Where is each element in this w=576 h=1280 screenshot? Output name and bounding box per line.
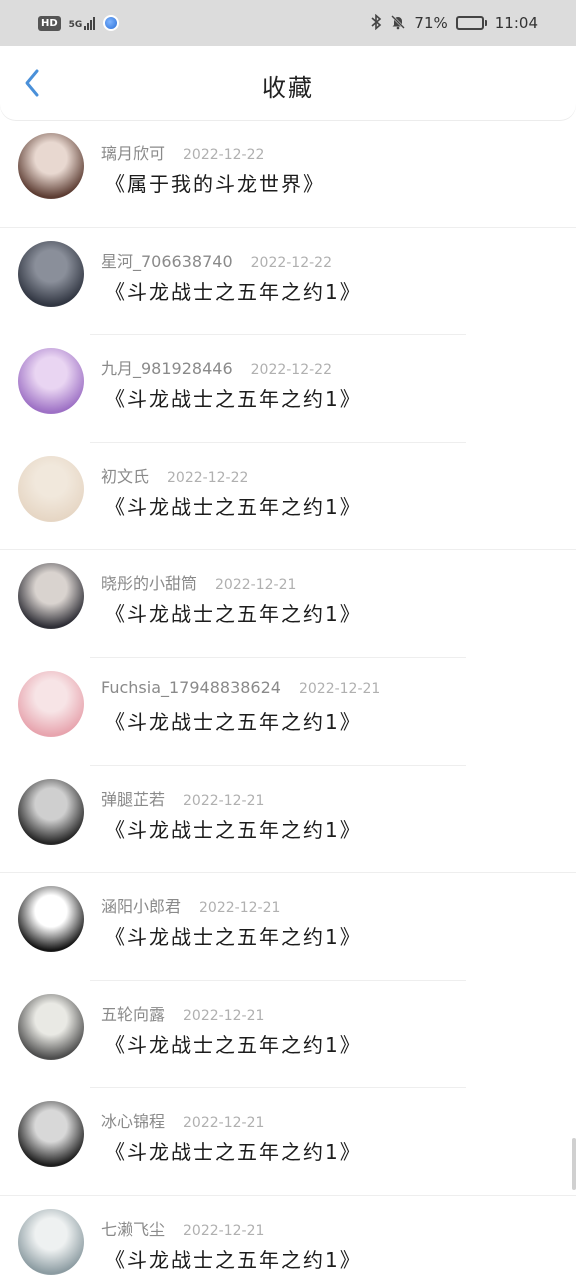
list-item[interactable]: 晓彤的小甜筒 2022-12-21 《斗龙战士之五年之约1》 [0,550,576,658]
username[interactable]: 弹腿芷若 [101,786,165,810]
list-item[interactable]: 冰心锦程 2022-12-21 《斗龙战士之五年之约1》 [0,1088,576,1196]
avatar[interactable] [18,1208,84,1275]
favorite-date: 2022-12-21 [215,577,297,594]
list-item[interactable]: 璃月欣可 2022-12-22 《属于我的斗龙世界》 [0,120,576,228]
list-item[interactable]: 涵阳小郎君 2022-12-21 《斗龙战士之五年之约1》 [0,873,576,981]
status-right: 71% 11:04 [370,13,538,33]
item-meta: 晓彤的小甜筒 2022-12-21 [101,570,296,594]
username[interactable]: 涵阳小郎君 [101,893,181,917]
app-notification-icon [103,15,120,31]
username[interactable]: 七濑飞尘 [101,1216,165,1240]
mute-bell-icon [390,14,406,33]
bluetooth-icon [370,13,382,33]
favorite-date: 2022-12-21 [183,1007,265,1024]
app-bar: 收藏 [0,46,576,120]
avatar[interactable] [18,348,84,415]
item-meta: 星河_706638740 2022-12-22 [101,248,332,272]
book-title[interactable]: 《斗龙战士之五年之约1》 [105,706,362,735]
page-title: 收藏 [262,74,314,102]
list-item[interactable]: 星河_706638740 2022-12-22 《斗龙战士之五年之约1》 [0,228,576,336]
item-meta: 初文氏 2022-12-22 [101,463,248,487]
book-title[interactable]: 《斗龙战士之五年之约1》 [105,1029,362,1058]
favorite-date: 2022-12-21 [298,680,381,697]
favorite-date: 2022-12-22 [167,469,249,486]
favorite-date: 2022-12-22 [183,147,265,163]
item-meta: 弹腿芷若 2022-12-21 [101,786,264,810]
item-meta: 九月_981928446 2022-12-22 [101,355,332,379]
signal-icon: 5G [69,16,96,30]
book-title[interactable]: 《斗龙战士之五年之约1》 [105,383,362,412]
list-item[interactable]: 七濑飞尘 2022-12-21 《斗龙战士之五年之约1》 [0,1196,576,1280]
avatar[interactable] [18,240,84,307]
book-title[interactable]: 《斗龙战士之五年之约1》 [105,491,362,520]
username[interactable]: 初文氏 [101,463,149,487]
status-left: HD 5G [38,15,120,31]
list-item[interactable]: Fuchsia_17948838624 2022-12-21 《斗龙战士之五年之约1… [0,658,576,766]
avatar[interactable] [18,993,84,1060]
avatar[interactable] [18,886,84,953]
scrollbar[interactable] [572,1138,576,1190]
username[interactable]: 璃月欣可 [101,140,165,164]
username[interactable]: 九月_981928446 [101,355,233,379]
avatar[interactable] [18,133,84,199]
clock: 11:04 [494,14,538,32]
favorite-date: 2022-12-21 [183,1115,265,1132]
network-type: 5G [68,20,83,30]
list-item[interactable]: 九月_981928446 2022-12-22 《斗龙战士之五年之约1》 [0,335,576,443]
book-title[interactable]: 《斗龙战士之五年之约1》 [105,921,362,950]
item-meta: 冰心锦程 2022-12-21 [101,1108,264,1132]
item-meta: Fuchsia_17948838624 2022-12-21 [101,678,380,697]
book-title[interactable]: 《属于我的斗龙世界》 [105,168,325,197]
username[interactable]: 晓彤的小甜筒 [101,570,197,594]
favorite-date: 2022-12-21 [199,900,281,917]
avatar[interactable] [18,455,84,522]
favorite-date: 2022-12-21 [183,1222,265,1239]
list-item[interactable]: 弹腿芷若 2022-12-21 《斗龙战士之五年之约1》 [0,766,576,874]
book-title[interactable]: 《斗龙战士之五年之约1》 [105,276,362,305]
list-item[interactable]: 五轮向露 2022-12-21 《斗龙战士之五年之约1》 [0,981,576,1089]
username[interactable]: 冰心锦程 [101,1108,165,1132]
username[interactable]: Fuchsia_17948838624 [101,678,281,697]
favorites-list[interactable]: 璃月欣可 2022-12-22 《属于我的斗龙世界》星河_706638740 2022… [0,120,576,1280]
favorite-date: 2022-12-22 [250,362,332,379]
favorite-date: 2022-12-22 [250,254,332,271]
status-bar: HD 5G 71% 11:04 [0,0,576,46]
book-title[interactable]: 《斗龙战士之五年之约1》 [105,598,362,627]
avatar[interactable] [18,563,84,630]
battery-percent: 71% [414,14,448,32]
hd-badge: HD [38,15,61,31]
username[interactable]: 星河_706638740 [101,248,233,272]
book-title[interactable]: 《斗龙战士之五年之约1》 [105,814,362,843]
favorite-date: 2022-12-21 [183,792,265,809]
item-meta: 涵阳小郎君 2022-12-21 [101,893,280,917]
username[interactable]: 五轮向露 [101,1001,165,1025]
item-meta: 七濑飞尘 2022-12-21 [101,1216,264,1240]
item-meta: 五轮向露 2022-12-21 [101,1001,264,1025]
list-item[interactable]: 初文氏 2022-12-22 《斗龙战士之五年之约1》 [0,443,576,551]
item-meta: 璃月欣可 2022-12-22 [101,140,264,164]
avatar[interactable] [18,778,84,845]
book-title[interactable]: 《斗龙战士之五年之约1》 [105,1244,362,1273]
book-title[interactable]: 《斗龙战士之五年之约1》 [105,1136,362,1165]
avatar[interactable] [18,1101,84,1168]
avatar[interactable] [18,670,84,737]
battery-icon [455,16,487,30]
